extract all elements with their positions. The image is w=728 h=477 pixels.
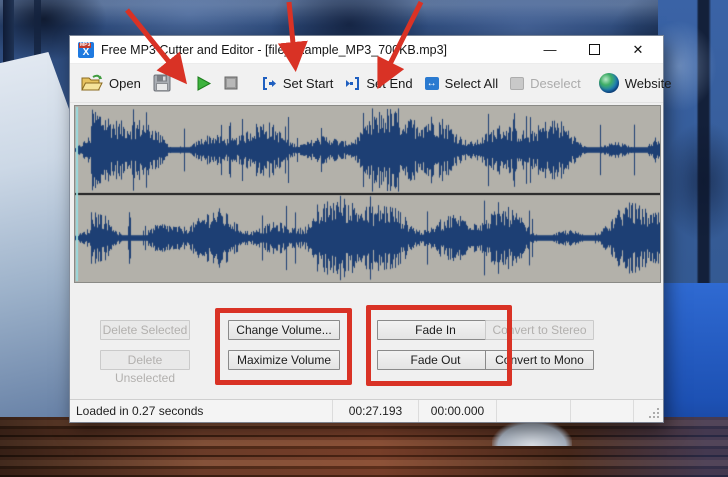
snow-slope (0, 52, 78, 424)
toolbar: Open (70, 64, 663, 103)
trees (658, 0, 728, 330)
total-time: 00:27.193 (332, 400, 418, 422)
set-start-button[interactable]: Set Start (256, 73, 340, 94)
waveform-display[interactable] (74, 105, 661, 283)
website-button[interactable]: Website (593, 70, 678, 96)
status-message: Loaded in 0.27 seconds (70, 400, 332, 422)
fade-in-button[interactable]: Fade In (377, 320, 494, 340)
website-label: Website (625, 76, 672, 91)
close-button[interactable]: ✕ (623, 39, 653, 61)
maximize-volume-button[interactable]: Maximize Volume (228, 350, 340, 370)
deselect-icon (510, 77, 524, 90)
globe-icon (599, 73, 619, 93)
set-end-icon (345, 77, 360, 90)
play-button[interactable] (189, 72, 218, 95)
log-cabin (0, 417, 728, 477)
select-all-label: Select All (445, 76, 498, 91)
stop-button[interactable] (218, 73, 244, 93)
set-end-button[interactable]: Set End (339, 73, 418, 94)
convert-to-stereo-button: Convert to Stereo (485, 320, 594, 340)
open-folder-icon (81, 74, 103, 92)
maximize-button[interactable] (579, 39, 609, 61)
set-end-label: Set End (366, 76, 412, 91)
status-cell-empty (496, 400, 570, 422)
save-floppy-icon (153, 74, 171, 92)
close-icon: ✕ (633, 42, 644, 58)
maximize-icon (589, 44, 600, 55)
select-all-button[interactable]: ↔ Select All (419, 73, 504, 94)
minimize-icon: — (544, 42, 557, 57)
resize-grip-icon (649, 408, 660, 419)
window-title: Free MP3 Cutter and Editor - [file_examp… (101, 43, 447, 57)
fade-out-button[interactable]: Fade Out (377, 350, 494, 370)
snow-mound (492, 420, 572, 446)
deselect-label: Deselect (530, 76, 581, 91)
play-icon (195, 75, 212, 92)
status-cell-empty (570, 400, 633, 422)
save-button[interactable] (147, 71, 177, 95)
set-start-label: Set Start (283, 76, 334, 91)
app-icon: MP3 X (78, 42, 94, 58)
delete-selected-button: Delete Selected (100, 320, 190, 340)
minimize-button[interactable]: — (535, 39, 565, 61)
window-controls: — ✕ (535, 39, 663, 61)
waveform-canvas[interactable] (75, 106, 660, 282)
deselect-button: Deselect (504, 73, 587, 94)
title-bar[interactable]: MP3 X Free MP3 Cutter and Editor - [file… (70, 36, 663, 64)
open-label: Open (109, 76, 141, 91)
current-time: 00:00.000 (418, 400, 496, 422)
resize-grip[interactable] (633, 400, 663, 422)
set-start-icon (262, 77, 277, 90)
screenshot-stage: MP3 X Free MP3 Cutter and Editor - [file… (0, 0, 728, 477)
open-button[interactable]: Open (75, 71, 147, 95)
app-window: MP3 X Free MP3 Cutter and Editor - [file… (70, 36, 663, 422)
convert-to-mono-button[interactable]: Convert to Mono (485, 350, 594, 370)
change-volume-button[interactable]: Change Volume... (228, 320, 340, 340)
stop-icon (224, 76, 238, 90)
select-all-icon: ↔ (425, 77, 439, 90)
status-bar: Loaded in 0.27 seconds 00:27.193 00:00.0… (70, 399, 663, 422)
delete-unselected-button: Delete Unselected (100, 350, 190, 370)
